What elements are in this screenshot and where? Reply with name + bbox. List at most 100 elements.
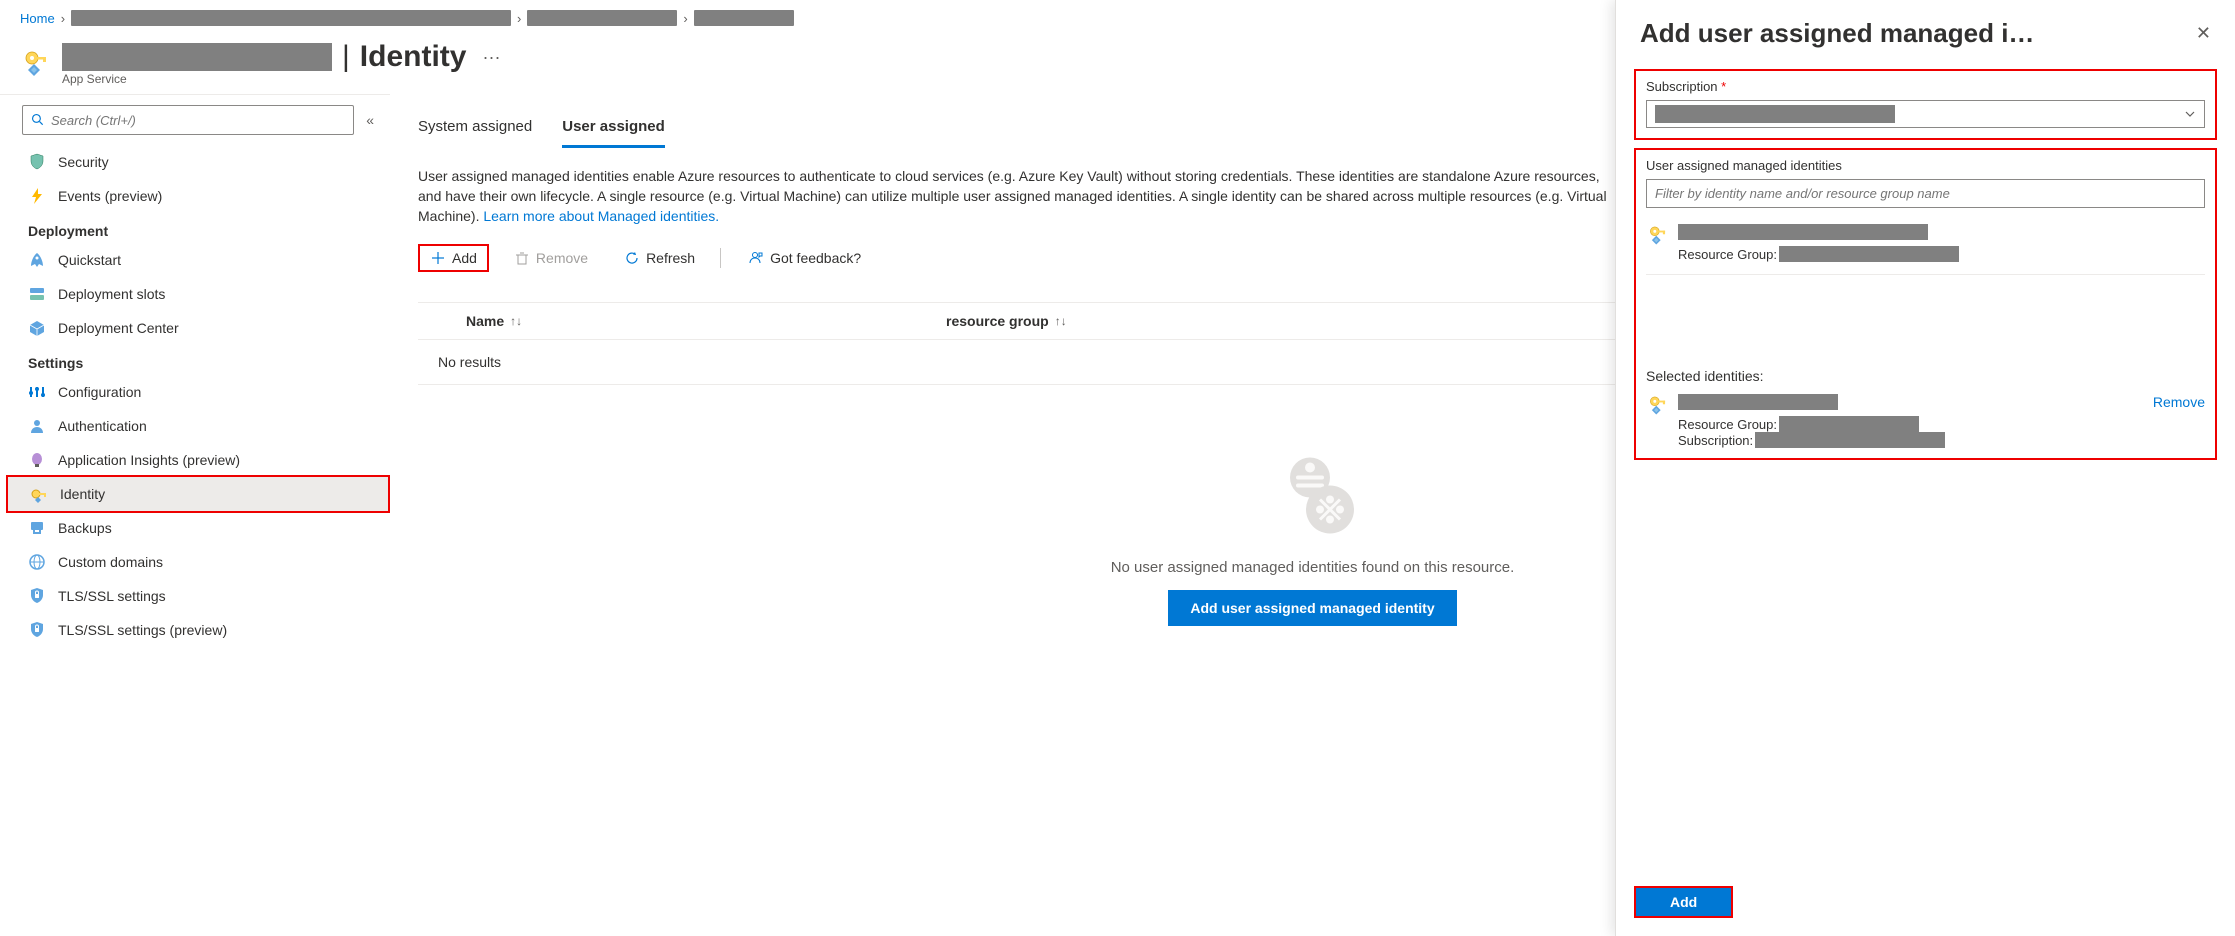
- subscription-value-redacted: [1755, 432, 1945, 448]
- add-button-label: Add: [452, 250, 477, 266]
- search-input[interactable]: [22, 105, 354, 135]
- sort-icon: ↑↓: [1055, 314, 1067, 328]
- remove-identity-link[interactable]: Remove: [2153, 394, 2205, 410]
- remove-button: Remove: [503, 245, 599, 271]
- resource-name-redacted: [62, 43, 332, 71]
- sidebar-item-label: Quickstart: [58, 252, 121, 268]
- sidebar-item-label: Events (preview): [58, 188, 162, 204]
- page-subtitle: App Service: [62, 72, 500, 86]
- refresh-icon: [624, 250, 640, 266]
- sidebar-item-authentication[interactable]: Authentication: [6, 409, 390, 443]
- chevron-right-icon: ›: [61, 11, 65, 26]
- identity-filter-input[interactable]: [1646, 179, 2205, 208]
- identity-key-icon: [1646, 224, 1668, 246]
- sidebar-item-backups[interactable]: Backups: [6, 511, 390, 545]
- sidebar-item-quickstart[interactable]: Quickstart: [6, 243, 390, 277]
- refresh-button-label: Refresh: [646, 250, 695, 266]
- selected-identities-label: Selected identities:: [1646, 368, 2205, 384]
- breadcrumb-item-redacted[interactable]: [71, 10, 511, 26]
- breadcrumb-item-redacted[interactable]: [694, 10, 794, 26]
- flyout-title: Add user assigned managed i…: [1640, 18, 2034, 49]
- identities-label: User assigned managed identities: [1646, 158, 2205, 173]
- feedback-button-label: Got feedback?: [770, 250, 861, 266]
- refresh-button[interactable]: Refresh: [613, 245, 706, 271]
- sidebar-item-deployment-center[interactable]: Deployment Center: [6, 311, 390, 345]
- subscription-label-inline: Subscription:: [1678, 433, 1753, 448]
- sidebar-item-label: Deployment slots: [58, 286, 165, 302]
- flyout-add-button[interactable]: Add: [1636, 888, 1731, 916]
- shieldlock-icon: [28, 621, 46, 639]
- search-icon: [31, 113, 45, 127]
- sidebar-item-application-insights-preview-[interactable]: Application Insights (preview): [6, 443, 390, 477]
- feedback-button[interactable]: Got feedback?: [735, 244, 872, 272]
- key-icon: [30, 485, 48, 503]
- chevron-right-icon: ›: [683, 11, 687, 26]
- sidebar-item-events-preview-[interactable]: Events (preview): [6, 179, 390, 213]
- page-title: Identity: [360, 40, 467, 74]
- slots-icon: [28, 285, 46, 303]
- sidebar: « SecurityEvents (preview)DeploymentQuic…: [0, 94, 390, 932]
- rocket-icon: [28, 251, 46, 269]
- add-identity-flyout: Add user assigned managed i… ✕ Subscript…: [1615, 0, 2235, 936]
- resource-group-value-redacted: [1779, 246, 1959, 262]
- identity-name-redacted: [1678, 394, 1838, 410]
- sidebar-item-label: Authentication: [58, 418, 147, 434]
- tab-user-assigned[interactable]: User assigned: [562, 112, 665, 148]
- identities-group: User assigned managed identities Resourc…: [1634, 148, 2217, 460]
- selected-identity-item: Resource Group: Subscription: Remove: [1646, 394, 2205, 448]
- breadcrumb-item-redacted[interactable]: [527, 10, 677, 26]
- identity-key-icon: [1646, 394, 1668, 416]
- bolt-icon: [28, 187, 46, 205]
- description-text: User assigned managed identities enable …: [418, 166, 1618, 226]
- identity-name-redacted: [1678, 224, 1928, 240]
- sidebar-item-label: Custom domains: [58, 554, 163, 570]
- sidebar-item-label: Backups: [58, 520, 112, 536]
- trash-icon: [514, 250, 530, 266]
- chevron-down-icon: [2184, 108, 2196, 120]
- tab-system-assigned[interactable]: System assigned: [418, 112, 532, 148]
- subscription-group: Subscription *: [1634, 69, 2217, 140]
- column-name[interactable]: Name ↑↓: [426, 313, 946, 329]
- close-icon[interactable]: ✕: [2196, 23, 2211, 44]
- toolbar-separator: [720, 248, 721, 268]
- add-button[interactable]: Add: [418, 244, 489, 272]
- chevron-right-icon: ›: [517, 11, 521, 26]
- subscription-value-redacted: [1655, 105, 1895, 123]
- sidebar-item-configuration[interactable]: Configuration: [6, 375, 390, 409]
- globe-icon: [28, 553, 46, 571]
- shield-icon: [28, 153, 46, 171]
- person-icon: [28, 417, 46, 435]
- divider: [1646, 274, 2205, 275]
- sidebar-item-security[interactable]: Security: [6, 145, 390, 179]
- subscription-label: Subscription *: [1646, 79, 2205, 94]
- identity-key-icon: [20, 48, 50, 78]
- sidebar-item-label: Configuration: [58, 384, 141, 400]
- backup-icon: [28, 519, 46, 537]
- breadcrumb-home[interactable]: Home: [20, 11, 55, 26]
- remove-button-label: Remove: [536, 250, 588, 266]
- sidebar-item-deployment-slots[interactable]: Deployment slots: [6, 277, 390, 311]
- learn-more-link[interactable]: Learn more about Managed identities.: [483, 208, 719, 224]
- feedback-icon: [746, 249, 764, 267]
- resource-group-label: Resource Group:: [1678, 247, 1777, 262]
- sidebar-item-label: Identity: [60, 486, 105, 502]
- sidebar-item-custom-domains[interactable]: Custom domains: [6, 545, 390, 579]
- sidebar-item-label: TLS/SSL settings: [58, 588, 166, 604]
- identity-list-item[interactable]: Resource Group:: [1646, 218, 2205, 268]
- sort-icon: ↑↓: [510, 314, 522, 328]
- sidebar-item-tls-ssl-settings[interactable]: TLS/SSL settings: [6, 579, 390, 613]
- resource-group-value-redacted: [1779, 416, 1919, 432]
- bulb-icon: [28, 451, 46, 469]
- subscription-select[interactable]: [1646, 100, 2205, 128]
- title-separator: |: [342, 40, 350, 74]
- resource-group-label: Resource Group:: [1678, 417, 1777, 432]
- collapse-sidebar-icon[interactable]: «: [366, 112, 374, 128]
- add-identity-cta-button[interactable]: Add user assigned managed identity: [1168, 590, 1456, 626]
- empty-state-text: No user assigned managed identities foun…: [1111, 559, 1515, 576]
- more-icon[interactable]: ···: [482, 47, 500, 68]
- empty-state-icon: [1258, 445, 1368, 545]
- sidebar-item-identity[interactable]: Identity: [6, 475, 390, 513]
- sidebar-item-label: Application Insights (preview): [58, 452, 240, 468]
- sidebar-item-tls-ssl-settings-preview-[interactable]: TLS/SSL settings (preview): [6, 613, 390, 647]
- sidebar-item-label: Security: [58, 154, 109, 170]
